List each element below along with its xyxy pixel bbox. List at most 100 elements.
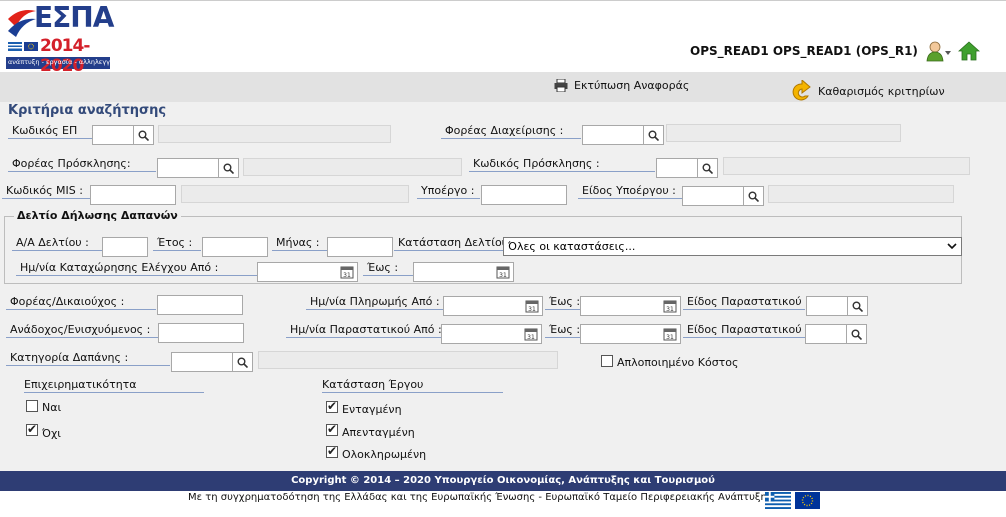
call-body-search-button[interactable] bbox=[219, 158, 239, 178]
payment-date-from-label: Ημ/νία Πληρωμής Από : bbox=[306, 295, 443, 310]
managing-body-label: Φορέας Διαχείρισης : bbox=[441, 124, 581, 139]
status-completed-label: Ολοκληρωμένη bbox=[342, 448, 427, 461]
call-body-input[interactable] bbox=[157, 158, 219, 178]
year-input[interactable] bbox=[202, 237, 268, 257]
beneficiary-input[interactable] bbox=[157, 295, 243, 315]
expense-category-search-button[interactable] bbox=[233, 352, 253, 372]
contractor-input[interactable] bbox=[158, 323, 244, 343]
op-code-search-button[interactable] bbox=[134, 125, 154, 145]
payment-date-to-label: Έως : bbox=[545, 295, 580, 310]
month-input[interactable] bbox=[327, 237, 393, 257]
magnifier-icon bbox=[237, 357, 248, 368]
calendar-icon[interactable]: 31 bbox=[663, 327, 677, 341]
user-icon bbox=[926, 41, 951, 62]
simplified-cost-checkbox[interactable] bbox=[601, 355, 613, 367]
header: ΕΣΠΑ 2014-2020 ανάπτυξη - εργασία - αλλη… bbox=[0, 0, 1006, 76]
managing-body-search-button[interactable] bbox=[644, 125, 664, 145]
magnifier-icon bbox=[223, 163, 234, 174]
svg-text:31: 31 bbox=[528, 306, 536, 313]
magnifier-icon bbox=[648, 130, 659, 141]
business-no-checkbox[interactable] bbox=[26, 422, 38, 436]
calendar-icon[interactable]: 31 bbox=[663, 299, 677, 313]
doc-type-1-label: Είδος Παραστατικού : bbox=[683, 295, 809, 310]
print-report-button[interactable]: Εκτύπωση Αναφοράς bbox=[554, 79, 689, 92]
expense-category-description bbox=[258, 351, 558, 369]
magnifier-icon bbox=[851, 329, 862, 340]
expense-category-label: Κατηγορία Δαπάνης : bbox=[6, 351, 170, 366]
managing-body-description bbox=[666, 124, 901, 142]
subproject-label: Υποέργο : bbox=[417, 184, 480, 199]
logo-title: ΕΣΠΑ bbox=[34, 1, 114, 34]
declaration-status-label: Κατάσταση Δελτίου bbox=[394, 236, 504, 251]
mis-code-input[interactable] bbox=[90, 185, 176, 205]
doc-type-1-input[interactable] bbox=[806, 296, 848, 316]
declaration-status-select[interactable]: Όλες οι καταστάσεις... bbox=[503, 237, 962, 256]
cofunding-bar: Με τη συγχρηματοδότηση της Ελλάδας και τ… bbox=[0, 491, 1006, 517]
doc-date-from-label: Ημ/νία Παραστατικού Από : bbox=[286, 323, 442, 338]
doc-type-2-label: Είδος Παραστατικού : bbox=[683, 323, 809, 338]
magnifier-icon bbox=[702, 163, 713, 174]
svg-text:31: 31 bbox=[527, 334, 535, 341]
status-integrated-checkbox[interactable] bbox=[326, 399, 338, 413]
year-label: Έτος : bbox=[153, 236, 201, 251]
declaration-serial-input[interactable] bbox=[102, 237, 148, 257]
payment-date-to-input[interactable]: 31 bbox=[580, 296, 681, 316]
svg-text:31: 31 bbox=[343, 272, 351, 279]
reg-date-to-input[interactable]: 31 bbox=[413, 262, 514, 282]
status-deintegrated-checkbox[interactable] bbox=[326, 422, 338, 436]
clear-criteria-button[interactable]: Καθαρισμός κριτηρίων bbox=[788, 80, 945, 102]
managing-body-input[interactable] bbox=[582, 125, 644, 145]
svg-text:31: 31 bbox=[666, 334, 674, 341]
reg-date-to-label: Έως : bbox=[363, 261, 413, 276]
business-yes-label: Ναι bbox=[42, 401, 62, 414]
doc-type-2-search-button[interactable] bbox=[847, 324, 867, 344]
status-integrated-label: Ενταγμένη bbox=[342, 403, 402, 416]
calendar-icon[interactable]: 31 bbox=[496, 265, 510, 279]
reg-date-from-label: Ημ/νία Καταχώρησης Ελέγχου Από : bbox=[16, 261, 257, 276]
business-no-label: Όχι bbox=[42, 427, 62, 440]
printer-icon bbox=[554, 79, 568, 92]
business-yes-checkbox[interactable] bbox=[26, 400, 38, 412]
mis-code-label: Κωδικός MIS : bbox=[2, 184, 90, 199]
calendar-icon[interactable]: 31 bbox=[524, 327, 538, 341]
doc-date-to-input[interactable]: 31 bbox=[580, 324, 681, 344]
dropdown-arrow-icon bbox=[945, 51, 951, 55]
doc-type-2-input[interactable] bbox=[805, 324, 847, 344]
user-menu-button[interactable] bbox=[926, 41, 952, 63]
subproject-type-input[interactable] bbox=[682, 186, 744, 206]
expense-declaration-legend: Δελτίο Δήλωσης Δαπανών bbox=[14, 209, 181, 222]
op-code-input[interactable] bbox=[92, 125, 134, 145]
call-code-search-button[interactable] bbox=[698, 158, 718, 178]
subproject-input[interactable] bbox=[481, 185, 567, 205]
doc-date-from-input[interactable]: 31 bbox=[441, 324, 542, 344]
business-title: Επιχειρηματικότητα bbox=[24, 378, 204, 393]
subproject-type-search-button[interactable] bbox=[744, 186, 764, 206]
call-body-label: Φορέας Πρόσκλησης: bbox=[8, 157, 156, 172]
reg-date-from-input[interactable]: 31 bbox=[257, 262, 358, 282]
beneficiary-label: Φορέας/Δικαιούχος : bbox=[6, 295, 156, 310]
status-completed-checkbox[interactable] bbox=[326, 444, 338, 458]
magnifier-icon bbox=[748, 191, 759, 202]
call-code-input[interactable] bbox=[656, 158, 698, 178]
user-name: OPS_READ1 OPS_READ1 (OPS_R1) bbox=[690, 44, 918, 58]
calendar-icon[interactable]: 31 bbox=[340, 265, 354, 279]
chevron-down-icon bbox=[947, 243, 957, 250]
declaration-status-value: Όλες οι καταστάσεις... bbox=[508, 240, 636, 253]
logo-tagline: ανάπτυξη - εργασία - αλληλεγγύη bbox=[8, 58, 118, 66]
subproject-type-label: Είδος Υποέργου : bbox=[578, 184, 682, 199]
espa-logo: ΕΣΠΑ 2014-2020 ανάπτυξη - εργασία - αλλη… bbox=[6, 1, 118, 76]
payment-date-from-input[interactable]: 31 bbox=[443, 296, 543, 316]
copyright-bar: Copyright © 2014 – 2020 Υπουργείο Οικονο… bbox=[0, 471, 1006, 491]
greek-flag-icon bbox=[765, 492, 791, 509]
op-code-description bbox=[158, 125, 391, 143]
undo-arrow-icon bbox=[792, 80, 811, 101]
svg-text:31: 31 bbox=[666, 306, 674, 313]
logo-years: 2014-2020 bbox=[40, 36, 90, 76]
call-body-description bbox=[243, 158, 462, 176]
home-button[interactable] bbox=[957, 41, 981, 61]
project-status-title: Κατάσταση Έργου bbox=[322, 378, 503, 393]
calendar-icon[interactable]: 31 bbox=[525, 299, 539, 313]
doc-type-1-search-button[interactable] bbox=[848, 296, 868, 316]
declaration-serial-label: Α/Α Δελτίου : bbox=[12, 236, 102, 251]
expense-category-input[interactable] bbox=[171, 352, 233, 372]
